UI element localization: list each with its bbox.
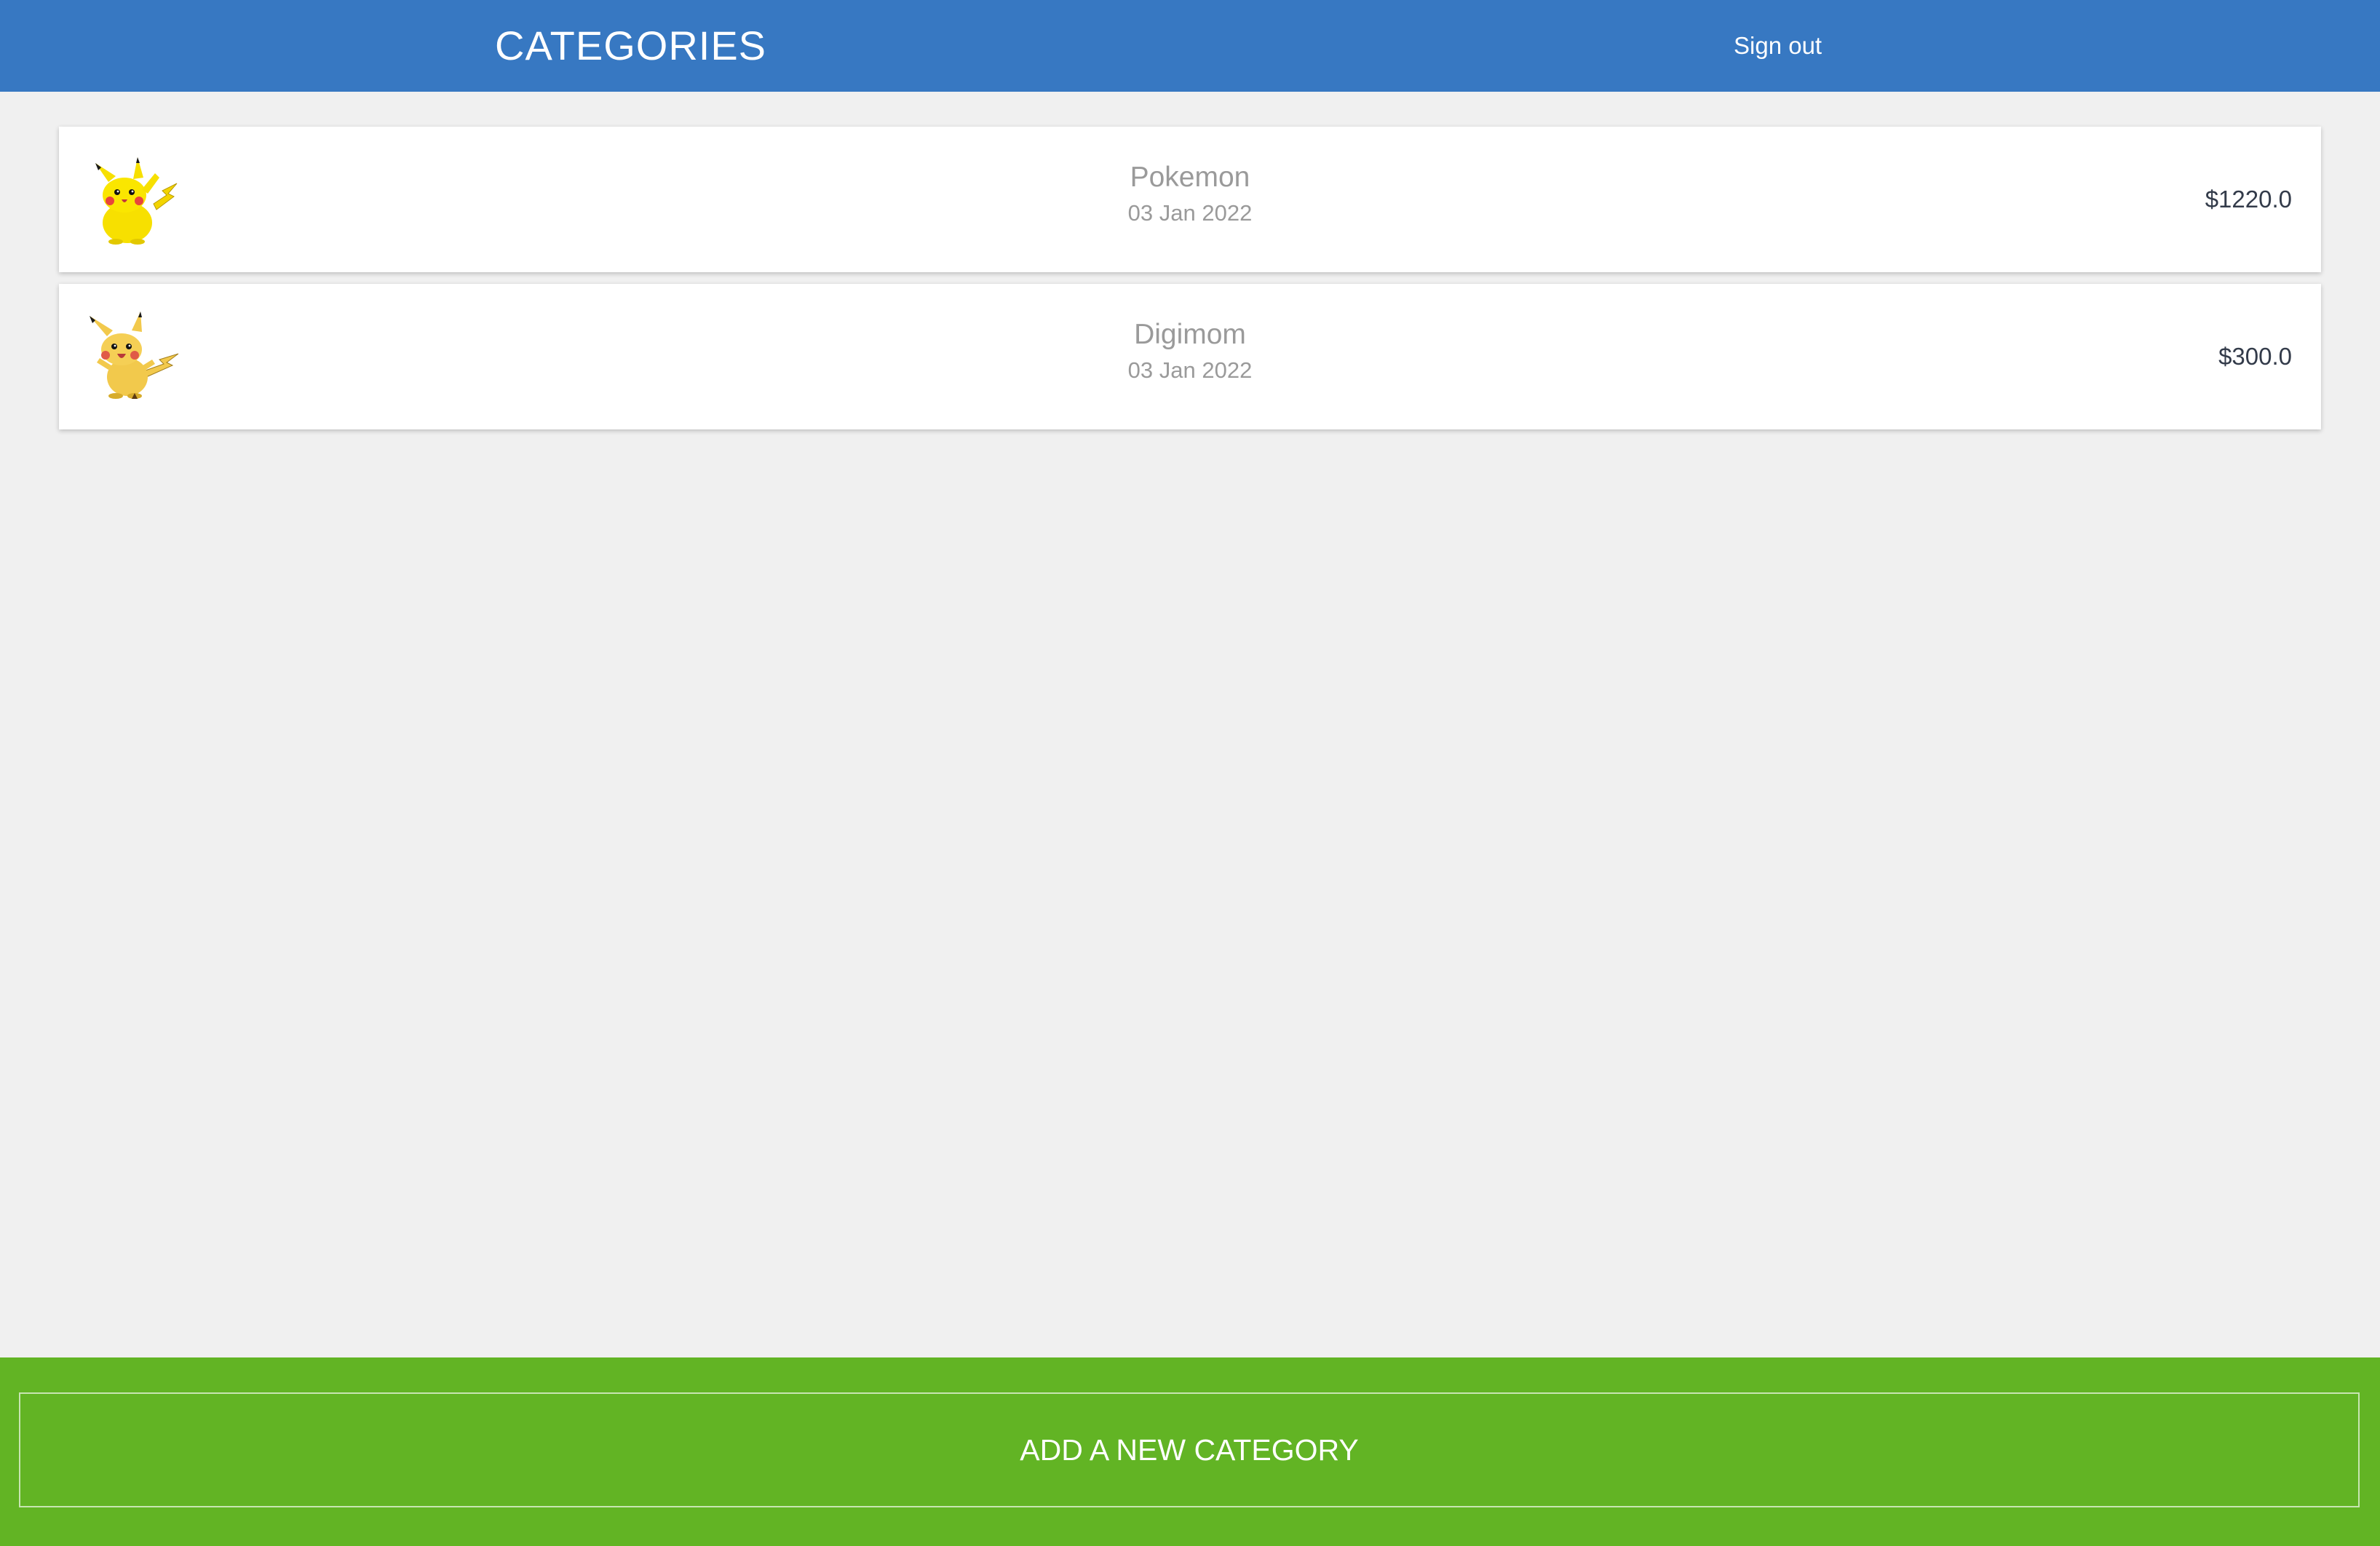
footer-bar: ADD A NEW CATEGORY (0, 1357, 2380, 1546)
sign-out-link[interactable]: Sign out (1734, 0, 1822, 92)
category-name: Pokemon (1130, 162, 1250, 193)
app-header: CATEGORIES Sign out (0, 0, 2380, 92)
category-amount: $300.0 (2218, 343, 2292, 370)
category-list: Pokemon 03 Jan 2022 $1220.0 Digimom 03 J… (59, 127, 2321, 441)
category-date: 03 Jan 2022 (1127, 200, 1253, 226)
category-info: Pokemon 03 Jan 2022 (59, 159, 2321, 230)
page-title: CATEGORIES (495, 23, 767, 68)
category-date: 03 Jan 2022 (1127, 357, 1253, 383)
category-amount: $1220.0 (2205, 186, 2292, 213)
add-category-button[interactable]: ADD A NEW CATEGORY (19, 1392, 2360, 1507)
category-item-pokemon[interactable]: Pokemon 03 Jan 2022 $1220.0 (59, 127, 2321, 272)
category-name: Digimom (1134, 319, 1246, 350)
category-info: Digimom 03 Jan 2022 (59, 316, 2321, 387)
category-item-digimom[interactable]: Digimom 03 Jan 2022 $300.0 (59, 284, 2321, 429)
